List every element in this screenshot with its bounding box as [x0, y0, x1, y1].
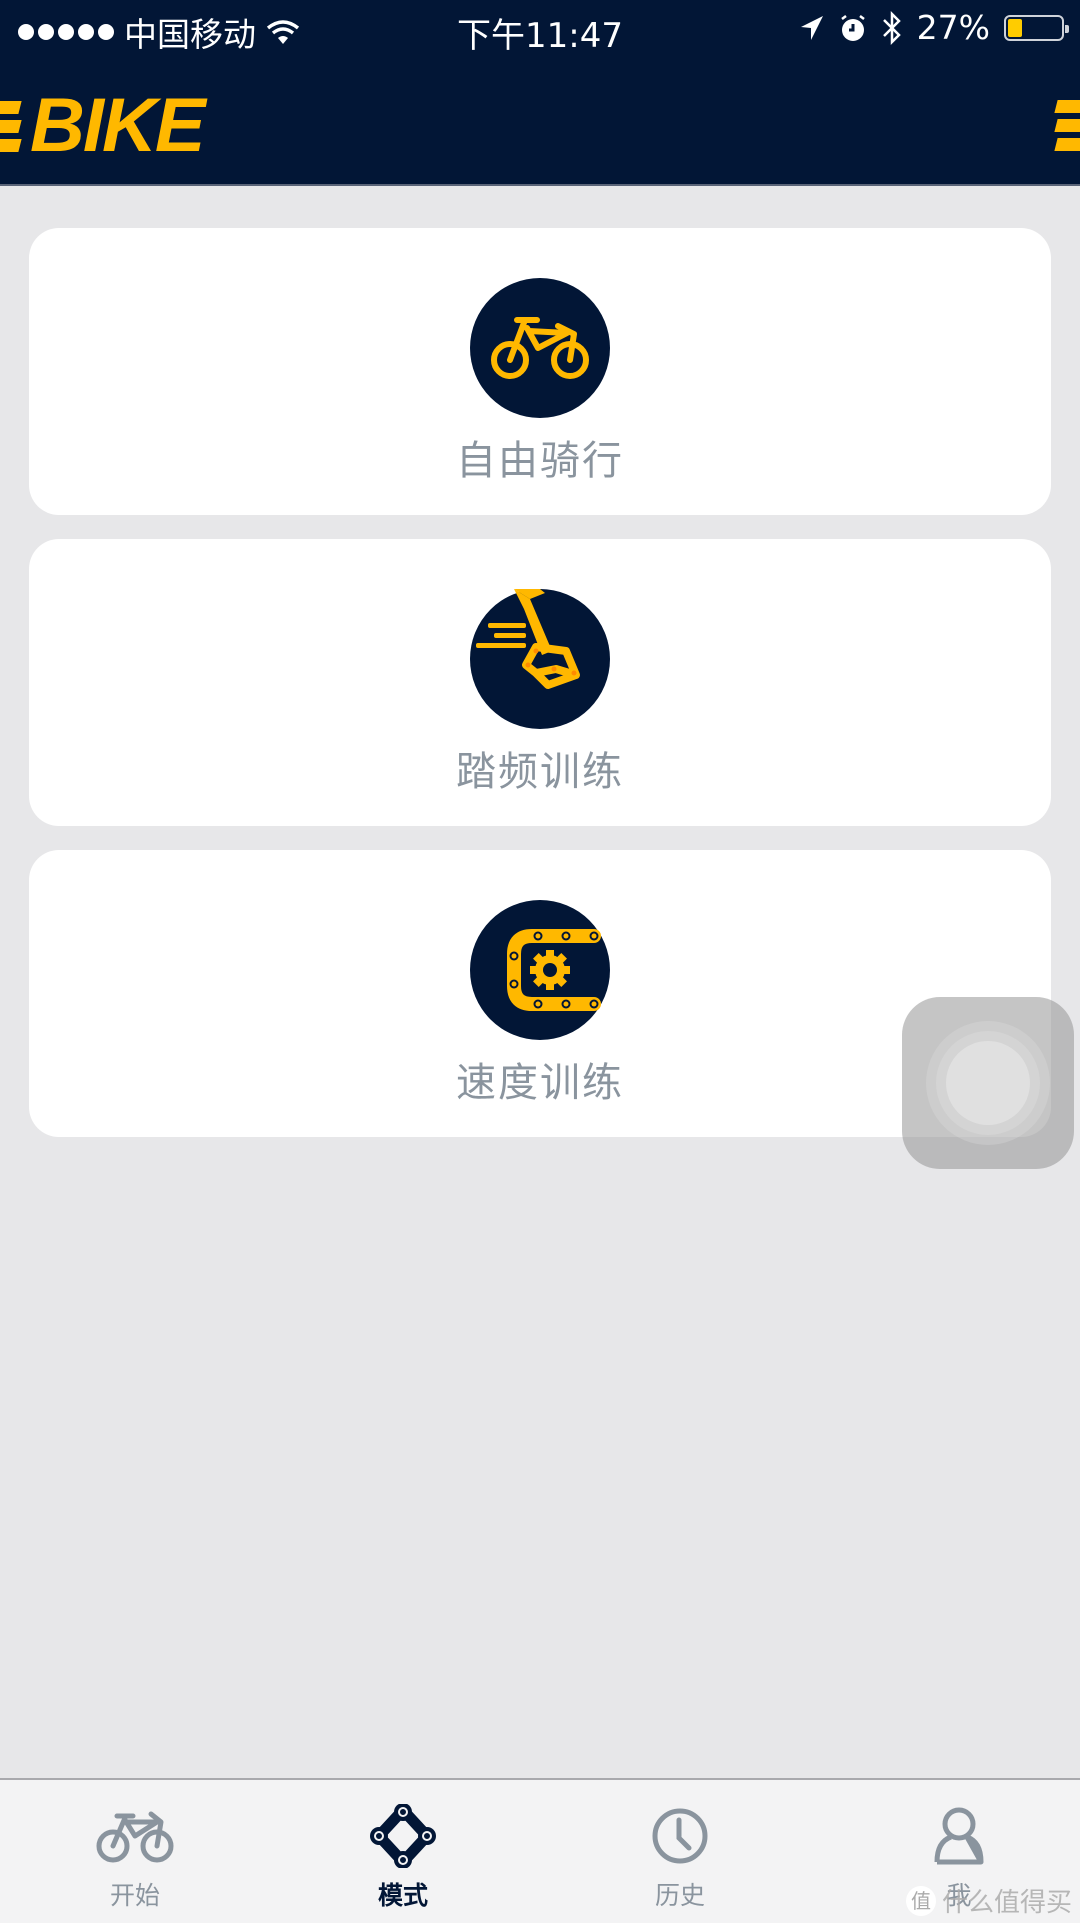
battery-fill	[1008, 18, 1022, 37]
header-stripes-icon	[1054, 100, 1080, 151]
app-header: 中国移动 下午11:47 27% BIKE	[0, 0, 1080, 186]
battery-icon	[1004, 14, 1069, 41]
tab-label: 开始	[109, 1881, 160, 1910]
mode-label: 速度训练	[456, 1060, 624, 1106]
bicycle-icon	[95, 1804, 175, 1868]
alarm-icon	[840, 14, 865, 41]
bicycle-icon	[470, 278, 610, 418]
tab-label: 历史	[654, 1881, 705, 1910]
tab-label: 模式	[377, 1881, 428, 1910]
status-right: 27%	[799, 8, 1069, 47]
bluetooth-icon	[882, 10, 901, 45]
logo-stripes-icon	[0, 100, 22, 152]
battery-percent: 27%	[916, 8, 990, 47]
chain-link-icon	[363, 1804, 443, 1868]
user-icon	[919, 1804, 999, 1868]
watermark-badge: 值	[905, 1885, 936, 1916]
assistive-touch-button[interactable]	[902, 997, 1074, 1169]
status-bar: 中国移动 下午11:47 27%	[0, 0, 1080, 60]
chain-gear-icon	[470, 900, 610, 1040]
mode-card-free-ride[interactable]: 自由骑行	[29, 228, 1051, 515]
watermark-text: 什么值得买	[941, 1888, 1072, 1918]
pedal-icon	[470, 589, 610, 729]
app-logo: BIKE	[0, 83, 206, 168]
clock-icon	[640, 1804, 720, 1868]
watermark: 值 什么值得买	[905, 1882, 1072, 1919]
tab-start[interactable]: 开始	[0, 1780, 270, 1923]
mode-card-cadence-training[interactable]: 踏频训练	[29, 539, 1051, 826]
tab-history[interactable]: 历史	[545, 1780, 815, 1923]
tab-mode[interactable]: 模式	[268, 1780, 538, 1923]
mode-label: 自由骑行	[456, 438, 624, 484]
mode-label: 踏频训练	[456, 749, 624, 795]
logo-text: BIKE	[30, 83, 206, 168]
mode-card-speed-training[interactable]: 速度训练	[29, 850, 1051, 1137]
location-arrow-icon	[800, 15, 823, 40]
